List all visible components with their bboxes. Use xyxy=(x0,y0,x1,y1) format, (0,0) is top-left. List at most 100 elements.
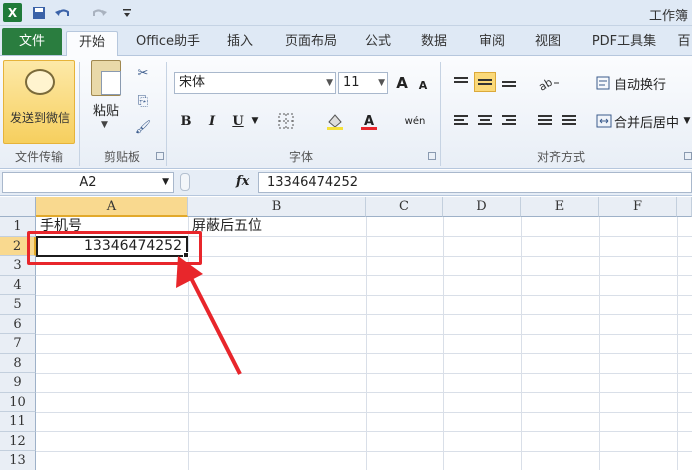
tab-pdf-tools[interactable]: PDF工具集 xyxy=(586,31,662,55)
bold-button[interactable]: B xyxy=(176,110,196,132)
gridline xyxy=(36,333,692,335)
row-header[interactable]: 11 xyxy=(0,412,36,432)
row-header[interactable]: 7 xyxy=(0,334,36,354)
chevron-down-icon[interactable]: ▼ xyxy=(250,110,260,132)
underline-button[interactable]: U xyxy=(228,110,248,132)
chevron-down-icon: ▼ xyxy=(378,78,385,88)
title-bar: X 工作簿 xyxy=(0,0,692,26)
align-top-icon[interactable] xyxy=(450,72,472,92)
gridline xyxy=(36,372,692,374)
send-to-wechat-label: 发送到微信 xyxy=(9,111,70,125)
gridline xyxy=(443,217,444,470)
row-header[interactable]: 8 xyxy=(0,353,36,373)
column-header-b[interactable]: B xyxy=(188,197,366,217)
row-header[interactable]: 10 xyxy=(0,392,36,412)
align-left-icon[interactable] xyxy=(450,110,472,130)
row-header[interactable]: 5 xyxy=(0,295,36,315)
undo-icon[interactable] xyxy=(52,3,76,23)
font-name-value: 宋体 xyxy=(179,75,206,90)
align-center-icon[interactable] xyxy=(474,110,496,130)
row-header[interactable]: 6 xyxy=(0,314,36,334)
alignment-group-label: 对齐方式 xyxy=(536,150,585,164)
column-header-a[interactable]: A xyxy=(36,197,188,217)
tab-file[interactable]: 文件 xyxy=(2,28,62,55)
tab-data[interactable]: 数据 xyxy=(414,31,454,55)
font-color-icon[interactable]: A xyxy=(356,110,382,132)
send-to-wechat-button[interactable]: 发送到微信 xyxy=(3,60,75,144)
tab-review[interactable]: 审阅 xyxy=(472,31,512,55)
column-header-f[interactable]: F xyxy=(599,197,677,217)
orientation-icon[interactable]: ab xyxy=(534,72,564,94)
row-header[interactable]: 9 xyxy=(0,373,36,393)
font-size-value: 11 xyxy=(343,75,360,90)
tab-formulas[interactable]: 公式 xyxy=(358,31,398,55)
ribbon: 发送到微信 文件传输 粘贴 ▼ ✂ ⎘ 🖌 剪贴板 宋体 ▼ 11 ▼ A A … xyxy=(0,56,692,169)
gridline xyxy=(36,353,692,354)
gridline xyxy=(36,450,692,452)
wechat-icon xyxy=(25,69,55,95)
name-box[interactable]: A2 ▼ xyxy=(2,172,174,193)
align-bottom-icon[interactable] xyxy=(498,72,520,92)
tab-insert[interactable]: 插入 xyxy=(220,31,260,55)
spreadsheet-grid[interactable]: A B C D E F 1 2 3 4 5 6 7 8 9 10 11 12 1… xyxy=(0,197,692,470)
redo-icon[interactable] xyxy=(86,3,110,23)
formula-input[interactable]: 13346474252 xyxy=(258,172,692,193)
customize-toolbar-icon[interactable] xyxy=(120,3,134,23)
row-header[interactable]: 4 xyxy=(0,275,36,295)
tab-page-layout[interactable]: 页面布局 xyxy=(278,31,344,55)
align-middle-icon[interactable] xyxy=(474,72,496,92)
font-launcher-icon[interactable] xyxy=(428,152,436,160)
cell-b1[interactable]: 屏蔽后五位 xyxy=(192,217,262,236)
align-right-icon[interactable] xyxy=(498,110,520,130)
tab-view[interactable]: 视图 xyxy=(528,31,568,55)
font-name-combo[interactable]: 宋体 ▼ xyxy=(174,72,336,94)
paste-dropdown-icon[interactable]: ▼ xyxy=(101,120,108,130)
borders-icon[interactable] xyxy=(272,110,300,132)
grow-font-button[interactable]: A xyxy=(392,72,412,94)
column-header-c[interactable]: C xyxy=(366,197,443,217)
svg-text:A: A xyxy=(364,114,374,129)
phonetic-guide-button[interactable]: wén xyxy=(402,110,428,132)
annotation-arrow-icon xyxy=(176,256,242,375)
formula-bar: A2 ▼ fx 13346474252 xyxy=(0,170,692,196)
paste-icon[interactable] xyxy=(91,60,121,96)
chevron-down-icon[interactable]: ▼ xyxy=(682,110,692,132)
decrease-indent-icon[interactable] xyxy=(534,110,556,130)
gridline xyxy=(36,431,692,432)
format-painter-icon[interactable]: 🖌 xyxy=(134,118,152,136)
alignment-launcher-icon[interactable] xyxy=(684,152,692,160)
wrap-text-button[interactable]: 自动换行 xyxy=(614,72,674,94)
copy-icon[interactable]: ⎘ xyxy=(134,92,152,110)
insert-function-button[interactable]: fx xyxy=(236,174,249,189)
italic-button[interactable]: I xyxy=(202,110,222,132)
column-header-e[interactable]: E xyxy=(521,197,599,217)
gridline xyxy=(366,217,367,470)
formula-bar-resize-handle[interactable] xyxy=(180,173,190,191)
tab-home[interactable]: 开始 xyxy=(66,31,118,57)
select-all-corner[interactable] xyxy=(0,197,36,217)
merge-center-icon[interactable] xyxy=(594,110,614,132)
fill-color-icon[interactable] xyxy=(322,110,348,132)
row-header[interactable]: 13 xyxy=(0,451,36,470)
name-box-value: A2 xyxy=(79,175,97,190)
row-header[interactable]: 12 xyxy=(0,431,36,451)
save-icon[interactable] xyxy=(30,3,48,23)
wrap-text-icon[interactable] xyxy=(594,72,614,94)
column-header-partial[interactable] xyxy=(677,197,692,217)
file-transfer-group-label: 文件传输 xyxy=(14,150,63,164)
tab-more[interactable]: 百 xyxy=(676,31,692,55)
tab-office-assistant[interactable]: Office助手 xyxy=(128,31,208,55)
clipboard-launcher-icon[interactable] xyxy=(156,152,164,160)
gridline xyxy=(36,392,692,393)
increase-indent-icon[interactable] xyxy=(558,110,580,130)
font-size-combo[interactable]: 11 ▼ xyxy=(338,72,388,94)
ribbon-tabs: 文件 开始 Office助手 插入 页面布局 公式 数据 审阅 视图 PDF工具… xyxy=(0,26,692,57)
shrink-font-button[interactable]: A xyxy=(414,74,432,96)
chevron-down-icon: ▼ xyxy=(162,177,169,187)
clipboard-group-label: 剪贴板 xyxy=(103,150,140,164)
gridline xyxy=(521,217,522,470)
merge-center-button[interactable]: 合并后居中 xyxy=(614,110,684,132)
paste-button-label[interactable]: 粘贴 xyxy=(88,100,124,119)
cut-icon[interactable]: ✂ xyxy=(134,64,152,82)
column-header-d[interactable]: D xyxy=(443,197,521,217)
